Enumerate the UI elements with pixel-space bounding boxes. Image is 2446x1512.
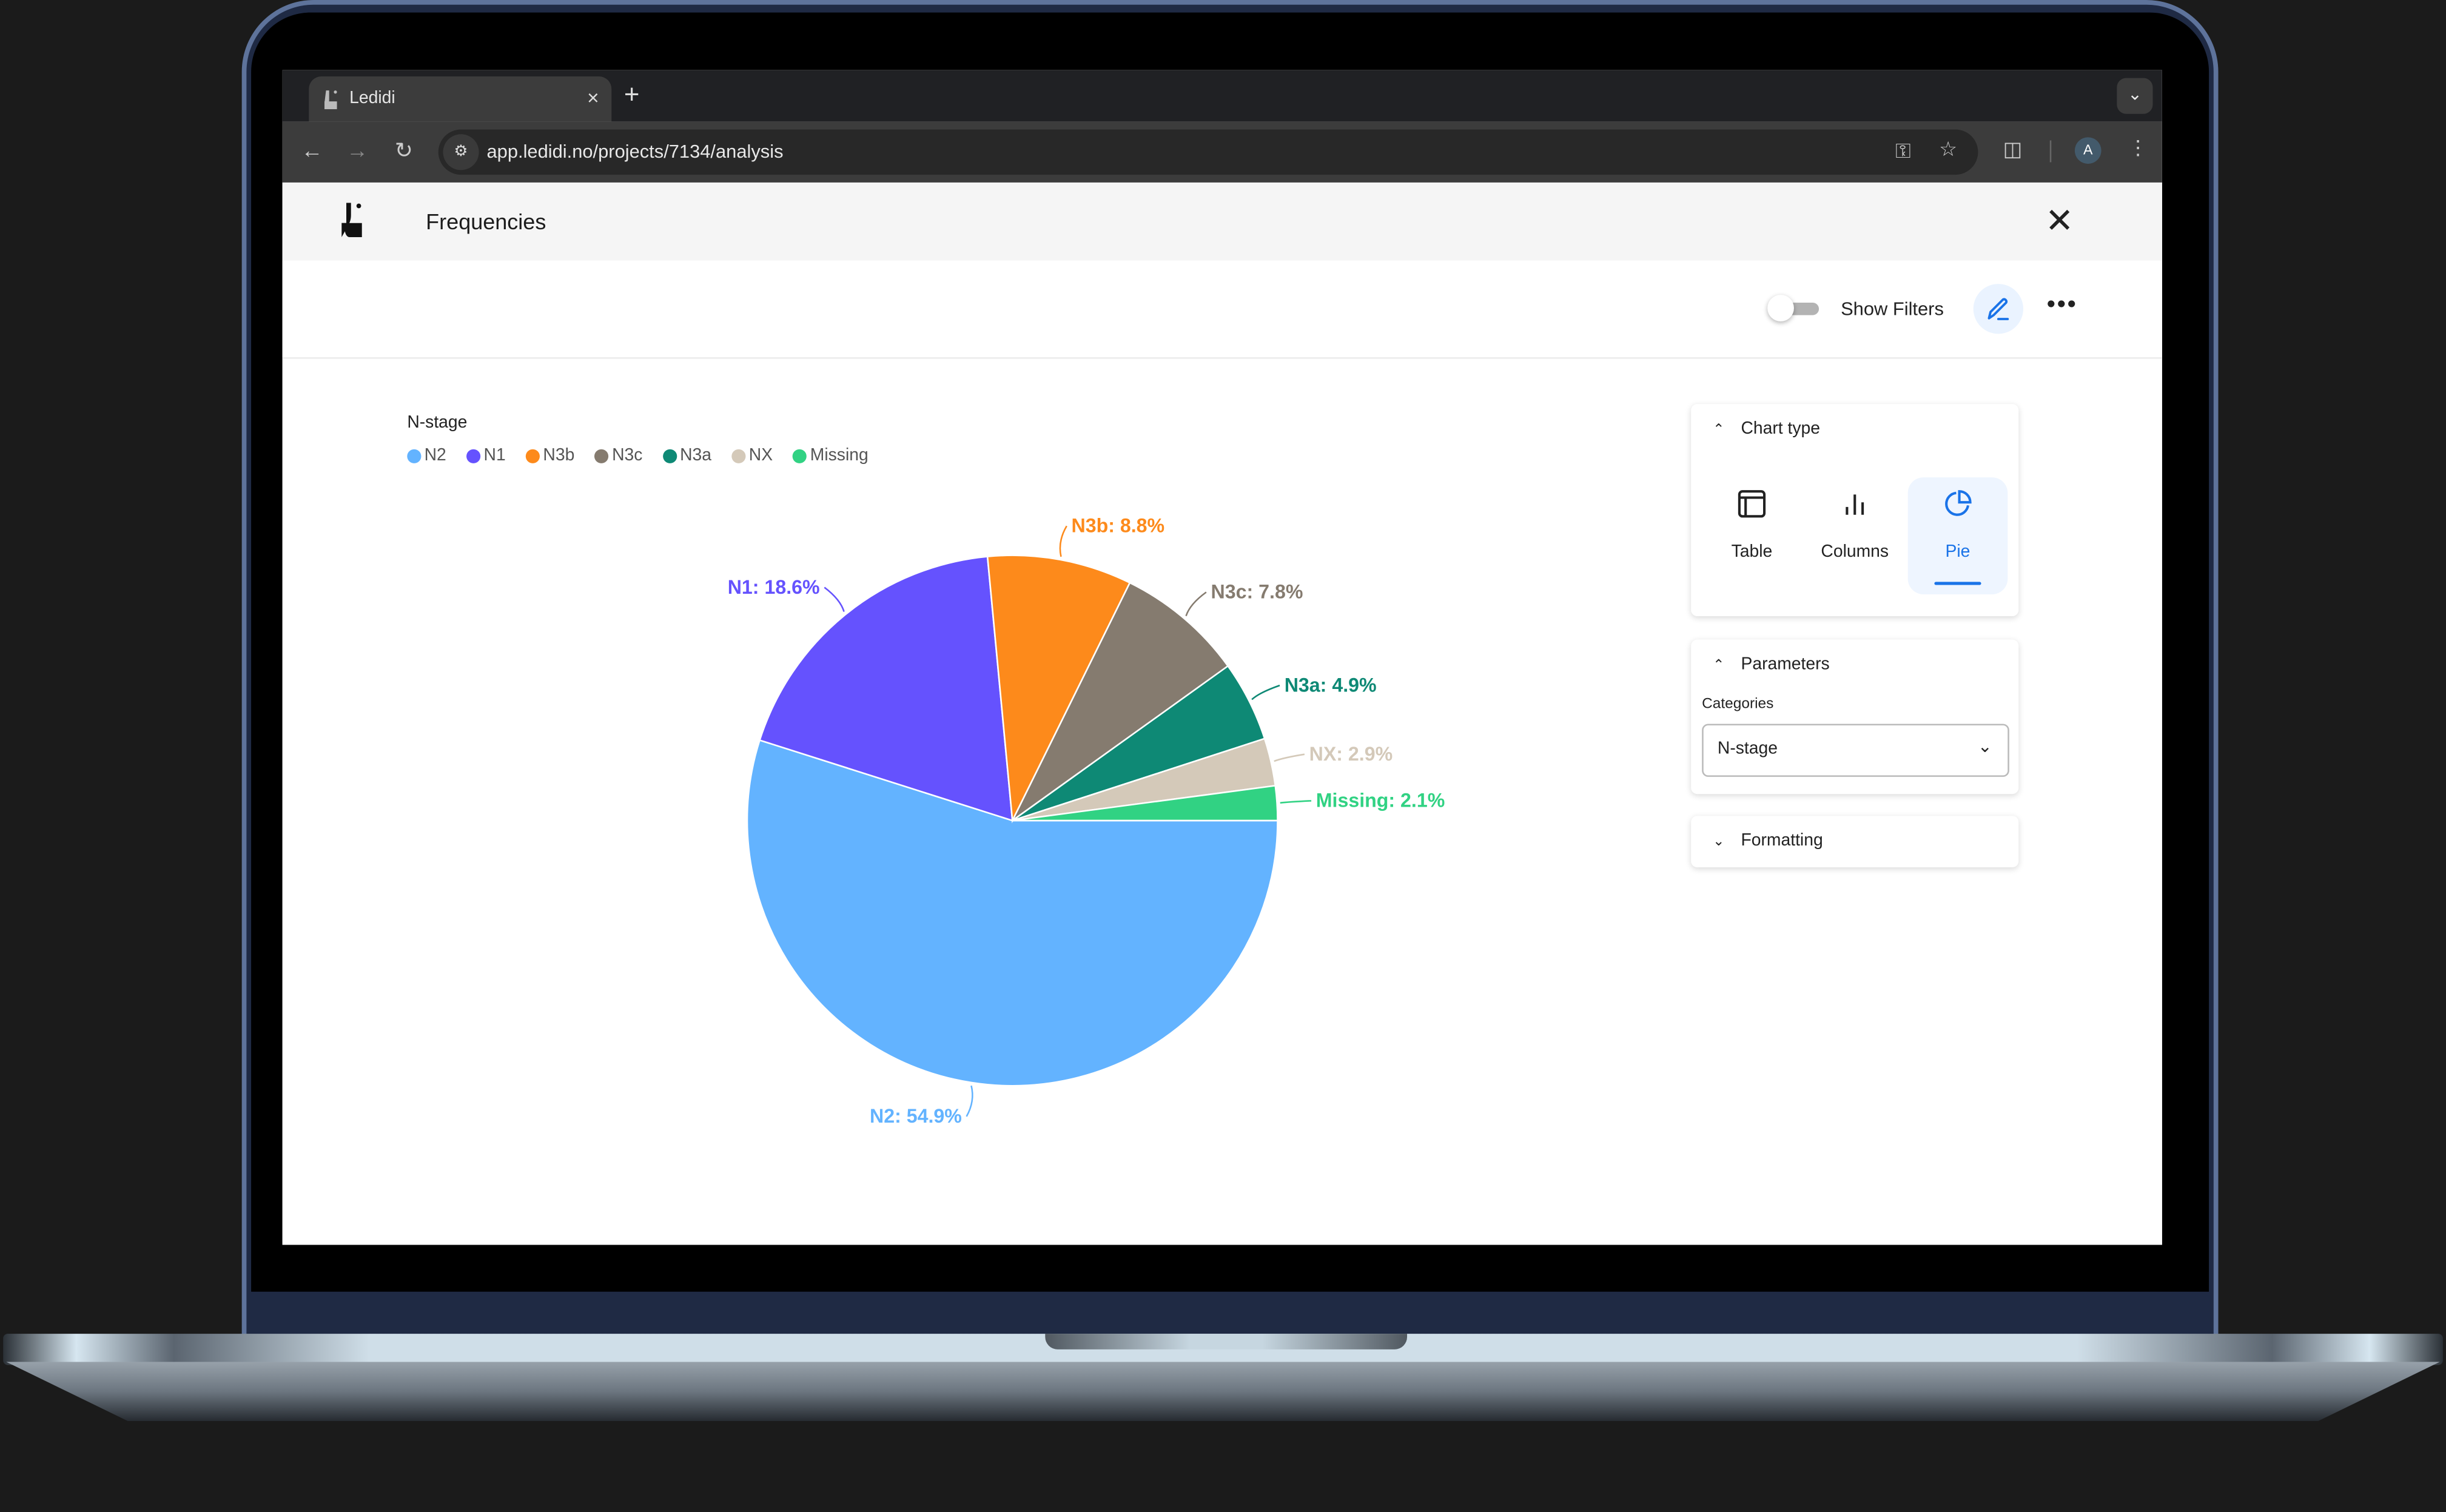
address-bar[interactable]: ⚙ app.ledidi.no/projects/7134/analysis ⚿… (438, 129, 1978, 175)
chart-type-card: ⌃ Chart type Table Columns Pie (1691, 404, 2019, 616)
app-header: Frequencies ✕ (282, 182, 2162, 261)
chart-type-columns-label: Columns (1821, 543, 1889, 562)
categories-value: N-stage (1717, 739, 1778, 759)
formatting-title: Formatting (1741, 831, 1823, 850)
table-icon (1738, 490, 1766, 518)
browser-menu-icon[interactable]: ⋮ (2128, 136, 2148, 161)
parameters-card: ⌃ Parameters Categories N-stage ⌄ (1691, 639, 2019, 795)
extensions-icon[interactable]: ◫ (2003, 137, 2023, 162)
pie-data-label: N3b: 8.8% (1071, 515, 1164, 537)
chevron-up-icon: ⌃ (1713, 421, 1725, 437)
close-icon[interactable]: ✕ (2045, 201, 2074, 242)
tab-search-chevron-icon[interactable]: ⌄ (2117, 78, 2153, 114)
toggle-knob (1767, 295, 1794, 321)
pie-data-label: N3c: 7.8% (1211, 581, 1303, 603)
browser-tab[interactable]: Ledidi × (309, 76, 612, 122)
more-options-icon[interactable]: ••• (2047, 292, 2078, 320)
chart-type-table-label: Table (1731, 543, 1773, 562)
laptop-notch (1045, 1334, 1408, 1349)
formatting-header[interactable]: ⌄ Formatting (1713, 832, 1823, 850)
pie-leader-line (1280, 800, 1312, 804)
categories-select[interactable]: N-stage ⌄ (1702, 724, 2009, 777)
chart-type-table[interactable]: Table (1702, 477, 1802, 594)
chart-type-pie-label: Pie (1945, 543, 1971, 562)
categories-label: Categories (1702, 696, 1774, 713)
chevron-down-icon: ⌄ (1977, 738, 1992, 757)
chevron-down-icon: ⌄ (1713, 833, 1725, 849)
pie-chart-icon (1945, 490, 1972, 516)
pie-data-label: N3a: 4.9% (1285, 674, 1377, 696)
pie-leader-line (966, 1085, 973, 1117)
reload-icon[interactable]: ↻ (395, 137, 413, 164)
show-filters-toggle[interactable] (1767, 295, 1819, 321)
actions-row: Show Filters ••• (282, 260, 2162, 359)
pie-leader-line (1274, 753, 1305, 762)
pie-data-label: N1: 18.6% (728, 576, 820, 598)
forward-icon[interactable]: → (346, 137, 368, 162)
ledidi-favicon-icon (324, 90, 337, 110)
edit-button[interactable] (1973, 284, 2024, 334)
pie-leader-line (1251, 684, 1280, 701)
browser-window: Ledidi × + ⌄ ← → ↻ ⚙ app.ledidi.no/proje… (282, 70, 2162, 1245)
bookmark-star-icon[interactable]: ☆ (1939, 137, 1957, 162)
show-filters-label: Show Filters (1841, 298, 1944, 320)
password-key-icon[interactable]: ⚿ (1895, 139, 1910, 164)
pencil-icon (1987, 298, 2009, 320)
pie-data-label: NX: 2.9% (1309, 743, 1393, 765)
formatting-card: ⌄ Formatting (1691, 816, 2019, 868)
active-indicator (1934, 582, 1981, 585)
chart-type-pie[interactable]: Pie (1907, 477, 2008, 594)
parameters-header[interactable]: ⌃ Parameters (1713, 655, 1830, 674)
pie-data-label: N2: 54.9% (870, 1105, 962, 1127)
profile-avatar[interactable]: A (2074, 137, 2102, 164)
laptop-base-lower (6, 1362, 2440, 1422)
new-tab-button[interactable]: + (624, 79, 640, 110)
pie-data-label: Missing: 2.1% (1316, 790, 1445, 811)
pie-leader-line (1185, 591, 1207, 617)
bar-chart-icon (1846, 494, 1864, 515)
back-icon[interactable]: ← (301, 137, 323, 162)
tab-close-icon[interactable]: × (587, 86, 599, 109)
pie-leader-line (824, 586, 845, 612)
toolbar-divider (2049, 140, 2052, 163)
chart-type-title: Chart type (1741, 419, 1820, 438)
chevron-up-icon: ⌃ (1713, 656, 1725, 673)
pie-leader-line (1059, 525, 1067, 557)
chart-type-columns[interactable]: Columns (1805, 477, 1905, 594)
parameters-title: Parameters (1741, 655, 1830, 674)
tab-title: Ledidi (349, 89, 395, 108)
tab-bar: Ledidi × + ⌄ (282, 70, 2162, 122)
chart-type-header[interactable]: ⌃ Chart type (1713, 420, 1820, 438)
ledidi-logo-icon (341, 203, 362, 237)
url-text[interactable]: app.ledidi.no/projects/7134/analysis (486, 140, 783, 162)
browser-toolbar: ← → ↻ ⚙ app.ledidi.no/projects/7134/anal… (282, 121, 2162, 183)
page-title: Frequencies (426, 209, 546, 234)
site-settings-icon[interactable]: ⚙ (443, 134, 479, 170)
